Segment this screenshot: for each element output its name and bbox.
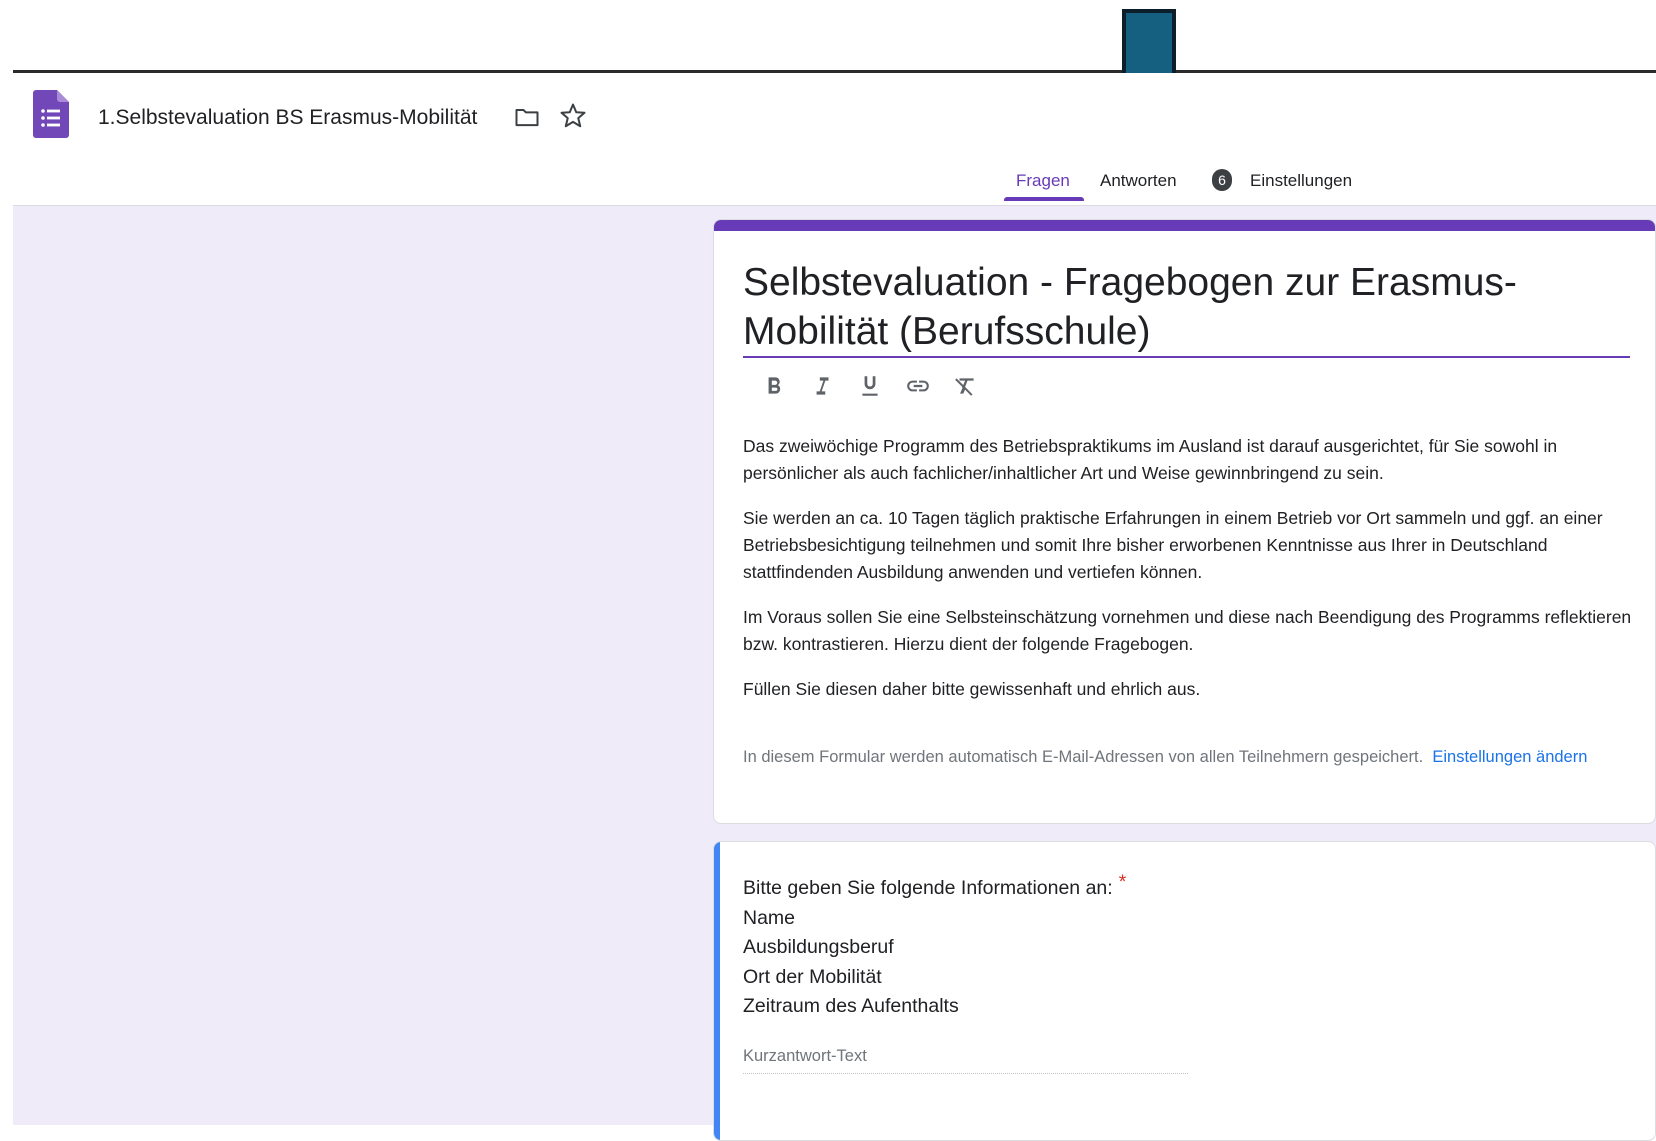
underline-icon[interactable] <box>854 370 886 402</box>
app-header: 1.Selbstevaluation BS Erasmus-Mobilität … <box>13 73 1656 206</box>
question-selected-indicator <box>714 842 720 1140</box>
card-accent-bar <box>714 220 1655 231</box>
star-outline-icon[interactable] <box>558 101 588 131</box>
description-paragraph: Füllen Sie diesen daher bitte gewissenha… <box>743 679 1201 699</box>
form-title[interactable]: Selbstevaluation - Fragebogen zur Erasmu… <box>743 258 1623 356</box>
italic-icon[interactable] <box>806 370 838 402</box>
change-settings-link[interactable]: Einstellungen ändern <box>1432 748 1587 766</box>
email-collection-note: In diesem Formular werden automatisch E-… <box>743 745 1633 770</box>
required-asterisk: * <box>1118 871 1127 893</box>
question-line: Name <box>743 906 796 929</box>
short-answer-field: Kurzantwort-Text <box>743 1047 1188 1074</box>
document-title[interactable]: 1.Selbstevaluation BS Erasmus-Mobilität <box>98 106 477 130</box>
google-forms-icon[interactable] <box>33 90 69 138</box>
question-line: Zeitraum des Aufenthalts <box>743 995 959 1017</box>
question-line: Ausbildungsberuf <box>743 936 894 958</box>
tab-einstellungen[interactable]: Einstellungen <box>1250 171 1352 191</box>
responses-count-badge: 6 <box>1212 169 1232 191</box>
description-paragraph: Sie werden an ca. 10 Tagen täglich prakt… <box>743 508 1603 582</box>
clear-format-icon[interactable] <box>950 370 982 402</box>
folder-icon[interactable] <box>513 103 541 131</box>
description-paragraph: Das zweiwöchige Programm des Betriebspra… <box>743 436 1558 483</box>
question-card[interactable]: Bitte geben Sie folgende Informationen a… <box>713 841 1656 1141</box>
title-focus-underline <box>743 356 1630 358</box>
question-line: Ort der Mobilität <box>743 965 882 988</box>
tab-bar: Fragen Antworten Einstellungen <box>13 171 1656 206</box>
form-title-card[interactable]: Selbstevaluation - Fragebogen zur Erasmu… <box>713 219 1656 824</box>
bold-icon[interactable] <box>758 370 790 402</box>
tab-antworten[interactable]: Antworten <box>1100 171 1177 191</box>
email-note-text: In diesem Formular werden automatisch E-… <box>743 748 1424 766</box>
tab-fragen[interactable]: Fragen <box>1016 171 1070 191</box>
form-description[interactable]: Das zweiwöchige Programm des Betriebspra… <box>743 433 1633 721</box>
question-title-text: Bitte geben Sie folgende Informationen a… <box>743 877 1113 899</box>
description-paragraph: Im Voraus sollen Sie eine Selbsteinschät… <box>743 607 1632 654</box>
active-tab-indicator <box>1004 197 1084 201</box>
question-title[interactable]: Bitte geben Sie folgende Informationen a… <box>743 871 1127 1022</box>
link-icon[interactable] <box>902 370 934 402</box>
